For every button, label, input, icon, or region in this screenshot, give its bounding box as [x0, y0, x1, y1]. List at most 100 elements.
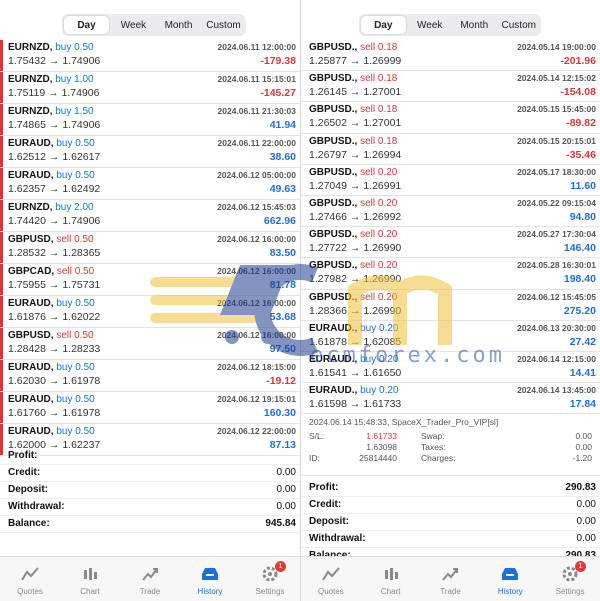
arrow-right-icon: → [48, 55, 63, 67]
trade-row[interactable]: EURAUD, buy 0.50 2024.06.12 16:00:00 1.6… [0, 296, 300, 328]
row-marker [0, 296, 3, 327]
trade-list: EURNZD, buy 0.50 2024.06.11 12:00:00 1.7… [0, 40, 300, 456]
close-price: 1.26990 [363, 242, 402, 255]
trade-row[interactable]: GBPUSD., sell 0.18 2024.05.14 12:15:02 1… [301, 71, 600, 103]
trade-row[interactable]: EURAUD, buy 0.50 2024.06.11 22:00:00 1.6… [0, 136, 300, 168]
close-price: 1.61978 [62, 407, 101, 419]
trade-row[interactable]: EURNZD, buy 1.50 2024.06.11 21:30:03 1.7… [0, 104, 300, 136]
row-marker [0, 264, 3, 295]
summary-label: Withdrawal: [8, 501, 65, 512]
close-price: 1.26990 [363, 304, 402, 317]
segment-day[interactable]: Day [361, 16, 406, 34]
trade-symbol: EURAUD, [8, 362, 54, 373]
trade-side-volume: buy 0.50 [56, 170, 95, 181]
close-price: 1.26992 [363, 210, 402, 223]
trade-profit: 38.60 [269, 151, 296, 163]
left-history-panel: Day Week Month Custom EURNZD, buy 0.50 2024… [0, 0, 300, 601]
trade-row[interactable]: EURNZD, buy 2.00 2024.06.12 15:45:03 1.7… [0, 200, 300, 232]
trade-close-time: 2024.05.14 19:00:00 [517, 42, 596, 52]
trade-row[interactable]: GBPUSD., sell 0.20 2024.05.27 17:30:04 1… [301, 227, 600, 259]
summary-label: Credit: [8, 467, 41, 478]
trade-symbol: EURAUD, [8, 426, 54, 437]
trade-profit: 94.80 [569, 210, 596, 223]
tab-chart[interactable]: Chart [60, 557, 120, 601]
trade-row[interactable]: GBPUSD., sell 0.20 2024.06.12 15:45:05 1… [301, 290, 600, 321]
trade-profit: -179.38 [260, 55, 296, 67]
trade-profit: -35.46 [566, 148, 596, 161]
trade-symbol: EURAUD, [8, 298, 54, 309]
trade-row[interactable]: EURAUD., buy 0.20 2024.06.14 13:45:00 1.… [301, 383, 600, 415]
tab-trade[interactable]: Trade [120, 557, 180, 601]
segment-day[interactable]: Day [64, 16, 109, 34]
tab-chart[interactable]: Chart [361, 557, 421, 601]
trade-symbol: GBPUSD, [8, 330, 54, 341]
close-price: 1.26994 [363, 148, 402, 161]
trade-symbol: EURNZD, [8, 42, 53, 53]
swap-label: Swap: [421, 431, 445, 442]
trade-row[interactable]: EURNZD, buy 1.00 2024.06.11 15:15:01 1.7… [0, 72, 300, 104]
trade-profit: 146.40 [563, 242, 596, 255]
summary-label: Balance: [8, 518, 50, 529]
segment-custom[interactable]: Custom [201, 14, 246, 36]
trade-side-volume: sell 0.20 [360, 197, 398, 209]
tab-label: Settings [255, 587, 285, 596]
tab-history[interactable]: History [480, 557, 540, 601]
trade-close-time: 2024.05.22 09:15:04 [517, 197, 596, 208]
trade-close-time: 2024.06.12 05:00:00 [217, 170, 296, 180]
open-price: 1.62030 [8, 375, 46, 387]
trade-symbol: EURNZD, [8, 106, 53, 117]
close-price: 1.27001 [363, 117, 402, 130]
open-price: 1.27466 [309, 210, 347, 223]
trade-side-volume: buy 2.00 [55, 202, 94, 213]
tab-quotes[interactable]: Quotes [301, 557, 361, 601]
trade-row[interactable]: EURAUD, buy 0.50 2024.06.12 05:00:00 1.6… [0, 168, 300, 200]
tab-quotes[interactable]: Quotes [0, 557, 60, 601]
trade-row[interactable]: EURAUD, buy 0.50 2024.06.12 19:15:01 1.6… [0, 392, 300, 424]
trade-side-volume: buy 0.50 [56, 394, 95, 405]
trade-row[interactable]: GBPUSD, sell 0.50 2024.06.12 16:00:00 1.… [0, 328, 300, 360]
trade-close-time: 2024.06.11 15:15:01 [217, 74, 296, 84]
notification-badge: 1 [574, 561, 586, 572]
summary-row-credit: Credit: 0.00 [0, 465, 300, 482]
trade-close-time: 2024.06.12 15:45:05 [517, 291, 596, 302]
trade-profit: 275.20 [563, 304, 596, 317]
trade-row[interactable]: GBPUSD., sell 0.20 2024.05.17 18:30:00 1… [301, 165, 600, 196]
trade-row[interactable]: GBPUSD., sell 0.20 2024.05.22 09:15:04 1… [301, 196, 600, 228]
summary-value: 0.00 [276, 501, 296, 512]
trade-row[interactable]: EURAUD, buy 0.50 2024.06.12 18:15:00 1.6… [0, 360, 300, 392]
trade-row[interactable]: GBPUSD., sell 0.18 2024.05.14 19:00:00 1… [301, 40, 600, 72]
segment-week[interactable]: Week [408, 14, 453, 36]
arrow-right-icon: → [349, 366, 364, 379]
tab-history[interactable]: History [180, 557, 240, 601]
arrow-right-icon: → [349, 273, 364, 286]
trade-close-time: 2024.06.12 16:00:00 [217, 266, 296, 276]
trade-row[interactable]: GBPUSD., sell 0.20 2024.05.28 16:30:01 1… [301, 258, 600, 290]
tab-settings[interactable]: Settings 1 [540, 557, 600, 601]
trade-row[interactable]: GBPUSD., sell 0.18 2024.05.15 15:45:00 1… [301, 102, 600, 134]
arrow-right-icon: → [48, 119, 63, 131]
tp-value: 1.63098 [366, 442, 397, 453]
trade-row[interactable]: GBPUSD., sell 0.18 2024.05.15 20:15:01 1… [301, 134, 600, 165]
trade-row[interactable]: GBPCAD, sell 0.50 2024.06.12 16:00:00 1.… [0, 264, 300, 296]
trade-side-volume: buy 0.20 [360, 322, 399, 334]
row-marker [0, 104, 3, 135]
segment-month[interactable]: Month [156, 14, 201, 36]
trade-close-time: 2024.06.11 12:00:00 [217, 42, 296, 52]
close-price: 1.61733 [363, 398, 402, 411]
summary-label: Profit: [309, 482, 339, 493]
trade-profit: 49.63 [269, 183, 296, 195]
trade-close-time: 2024.06.12 16:00:00 [217, 234, 296, 244]
trade-profit: 27.42 [569, 335, 596, 348]
close-price: 1.74906 [62, 119, 101, 131]
segment-month[interactable]: Month [452, 14, 497, 36]
tab-settings[interactable]: Settings 1 [240, 557, 300, 601]
tab-trade[interactable]: Trade [421, 557, 481, 601]
trade-row[interactable]: EURNZD, buy 0.50 2024.06.11 12:00:00 1.7… [0, 40, 300, 72]
trade-row[interactable]: GBPUSD, sell 0.50 2024.06.12 16:00:00 1.… [0, 232, 300, 264]
segment-week[interactable]: Week [111, 14, 156, 36]
segment-custom[interactable]: Custom [497, 14, 542, 36]
summary-row-balance: Balance: 945.84 [0, 516, 300, 533]
tab-label: Quotes [17, 587, 43, 596]
trade-profit: 53.68 [269, 311, 296, 323]
summary-value: 290.83 [565, 482, 596, 493]
